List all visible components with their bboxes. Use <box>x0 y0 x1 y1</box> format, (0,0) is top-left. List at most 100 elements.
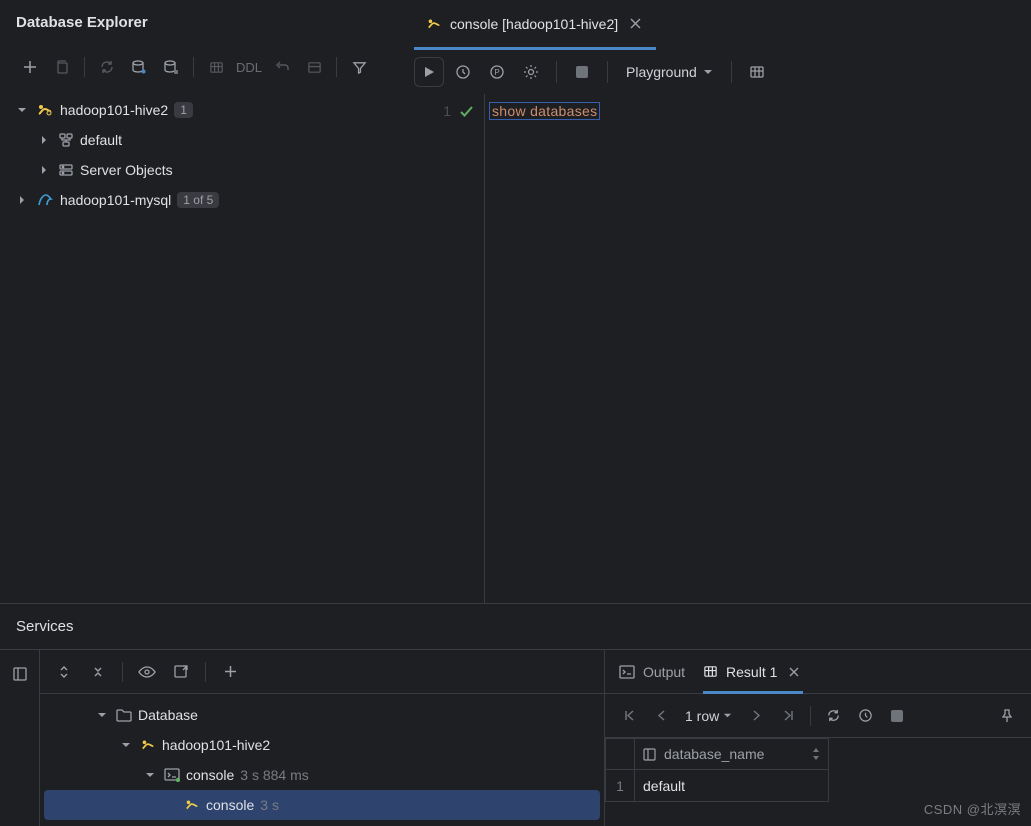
row-count-label: 1 row <box>685 708 719 724</box>
svc-console-time: 3 s 884 ms <box>240 767 308 783</box>
column-header[interactable]: database_name <box>635 738 829 770</box>
tree-node-mysql[interactable]: hadoop101-mysql 1 of 5 <box>6 185 395 215</box>
filter-icon[interactable] <box>345 53 373 81</box>
chevron-down-icon[interactable] <box>14 102 30 118</box>
view-mode-icon[interactable] <box>300 53 328 81</box>
open-console-icon[interactable] <box>167 658 195 686</box>
watermark: CSDN @北溟溟 <box>924 799 1021 818</box>
run-icon[interactable] <box>414 57 444 87</box>
result-tabs: Output Result 1 <box>605 650 1031 694</box>
tree-node-default-schema[interactable]: default <box>6 125 395 155</box>
close-icon[interactable] <box>785 663 803 681</box>
schema-default-label: default <box>80 132 122 148</box>
row-index-header[interactable] <box>605 738 635 770</box>
editor-toolbar: P Playground <box>404 50 1031 94</box>
show-queries-icon[interactable] <box>133 658 161 686</box>
db-toolbar: DDL <box>0 45 403 89</box>
hive-icon <box>426 16 442 32</box>
svc-leaf-time: 3 s <box>260 797 279 813</box>
hive-name: hadoop101-hive2 <box>60 102 168 118</box>
ddl-button[interactable]: DDL <box>234 60 264 75</box>
services-title: Services <box>0 604 1031 649</box>
tx-mode-dropdown[interactable]: Playground <box>618 57 721 87</box>
pin-icon[interactable] <box>993 702 1021 730</box>
svc-node-connection[interactable]: hadoop101-hive2 <box>44 730 600 760</box>
last-page-icon[interactable] <box>774 702 802 730</box>
next-page-icon[interactable] <box>742 702 770 730</box>
close-icon[interactable] <box>626 15 644 33</box>
editor-tab-bar: console [hadoop101-hive2] <box>404 0 1031 50</box>
refresh-icon[interactable] <box>93 53 121 81</box>
tab-output[interactable]: Output <box>619 650 685 694</box>
prev-page-icon[interactable] <box>647 702 675 730</box>
column-name: database_name <box>664 746 764 762</box>
svc-node-database[interactable]: Database <box>44 700 600 730</box>
tab-console[interactable]: console [hadoop101-hive2] <box>414 0 656 50</box>
hive-icon <box>36 101 54 119</box>
editor-body[interactable]: 1 show databases <box>404 94 1031 603</box>
explain-plan-icon[interactable]: P <box>482 57 512 87</box>
svc-leaf-label: console <box>206 797 254 813</box>
add-icon[interactable] <box>16 53 44 81</box>
svc-node-console-leaf[interactable]: console 3 s <box>44 790 600 820</box>
mysql-name: hadoop101-mysql <box>60 192 171 208</box>
server-icon <box>58 162 74 178</box>
services-toolbar <box>40 650 604 694</box>
first-page-icon[interactable] <box>615 702 643 730</box>
hive-badge: 1 <box>174 102 193 118</box>
settings-icon[interactable] <box>516 57 546 87</box>
datasource-properties-icon[interactable] <box>125 53 153 81</box>
navigate-icon[interactable] <box>268 53 296 81</box>
db-explorer-title: Database Explorer <box>0 0 403 45</box>
svc-conn-label: hadoop101-hive2 <box>162 737 270 753</box>
svc-database-label: Database <box>138 707 198 723</box>
row-index: 1 <box>605 770 635 802</box>
chevron-down-icon[interactable] <box>94 707 110 723</box>
chevron-right-icon[interactable] <box>36 132 52 148</box>
chevron-right-icon[interactable] <box>14 192 30 208</box>
svc-node-console[interactable]: console 3 s 884 ms <box>44 760 600 790</box>
chevron-right-icon[interactable] <box>36 162 52 178</box>
services-left: Database hadoop101-hive2 console 3 s 884… <box>40 650 605 826</box>
table-row[interactable]: 1 default <box>605 770 1031 802</box>
svg-text:P: P <box>494 68 499 77</box>
database-explorer-panel: Database Explorer DDL hadoop101-hive2 1 <box>0 0 404 603</box>
chevron-down-icon[interactable] <box>118 737 134 753</box>
cancel-query-icon[interactable] <box>883 702 911 730</box>
result-label: Result 1 <box>726 664 777 680</box>
hive-icon <box>140 737 156 753</box>
db-tree: hadoop101-hive2 1 default Server Objects… <box>0 89 403 603</box>
layout-icon[interactable] <box>6 660 34 688</box>
tree-node-hive[interactable]: hadoop101-hive2 1 <box>6 95 395 125</box>
table-icon <box>703 664 718 679</box>
output-icon <box>619 665 635 679</box>
history-icon[interactable] <box>448 57 478 87</box>
chevron-down-icon[interactable] <box>142 767 158 783</box>
table-view-icon[interactable] <box>742 57 772 87</box>
collapse-all-icon[interactable] <box>84 658 112 686</box>
editor-panel: console [hadoop101-hive2] P Playground 1 <box>404 0 1031 603</box>
tab-result[interactable]: Result 1 <box>703 650 803 694</box>
result-table: database_name 1 default <box>605 738 1031 802</box>
tree-node-server-objects[interactable]: Server Objects <box>6 155 395 185</box>
auto-refresh-icon[interactable] <box>851 702 879 730</box>
editor-gutter: 1 <box>404 94 484 603</box>
expand-collapse-icon[interactable] <box>50 658 78 686</box>
playground-label: Playground <box>626 64 697 80</box>
code-area[interactable]: show databases <box>484 94 1031 603</box>
copy-icon[interactable] <box>48 53 76 81</box>
stop-icon[interactable] <box>567 57 597 87</box>
reload-icon[interactable] <box>819 702 847 730</box>
folder-icon <box>116 708 132 722</box>
output-label: Output <box>643 664 685 680</box>
tab-label: console [hadoop101-hive2] <box>450 16 618 32</box>
stop-connection-icon[interactable] <box>157 53 185 81</box>
result-toolbar: 1 row <box>605 694 1031 738</box>
add-service-icon[interactable] <box>216 658 244 686</box>
row-count-dropdown[interactable]: 1 row <box>679 708 738 724</box>
line-number: 1 <box>443 103 451 119</box>
hive-icon <box>184 797 200 813</box>
services-sidestrip <box>0 650 40 826</box>
table-icon[interactable] <box>202 53 230 81</box>
svc-console-label: console <box>186 767 234 783</box>
